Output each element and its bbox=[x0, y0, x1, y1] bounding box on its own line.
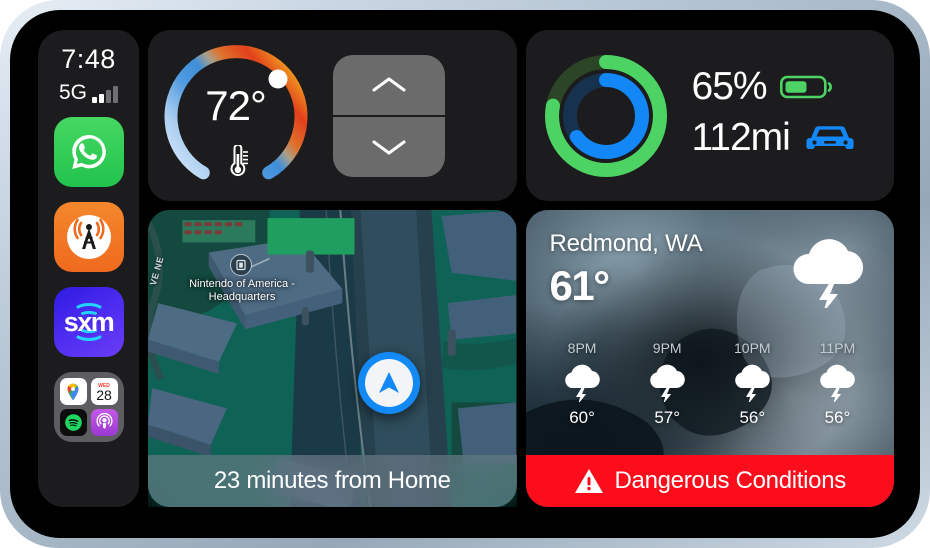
status-clock: 7:48 bbox=[61, 44, 116, 74]
widget-grid: 72° 65% 112mi VE NE Nintendo of America … bbox=[148, 30, 894, 507]
map-poi-label: Nintendo of America - Headquarters bbox=[189, 278, 295, 303]
building-marker-icon bbox=[230, 254, 252, 276]
hourly-item: 11PM 56° bbox=[804, 340, 870, 428]
sidebar: 7:48 5G sxm WED 28 bbox=[38, 30, 139, 507]
hourly-item: 9PM 57° bbox=[634, 340, 700, 428]
thunderstorm-icon bbox=[650, 364, 685, 402]
weather-alert-text: Dangerous Conditions bbox=[614, 467, 847, 494]
signal-strength-icon bbox=[92, 86, 118, 103]
dual-ring-gauge bbox=[544, 54, 667, 177]
bottom-row: VE NE Nintendo of America - Headquarters bbox=[148, 210, 894, 507]
thunderstorm-icon bbox=[820, 364, 856, 402]
thermometer-icon bbox=[230, 145, 248, 177]
map-eta-bar[interactable]: 23 minutes from Home bbox=[148, 455, 517, 507]
calendar-icon: WED 28 bbox=[90, 378, 118, 405]
ev-battery-line: 65% bbox=[692, 65, 857, 110]
weather-location: Redmond, WA bbox=[549, 230, 703, 257]
sidebar-app-folder[interactable]: WED 28 bbox=[53, 372, 124, 442]
map-eta-text: 23 minutes from Home bbox=[213, 467, 451, 494]
status-network: 5G bbox=[59, 82, 118, 103]
temperature-decrease-button[interactable] bbox=[333, 117, 445, 177]
hour-time: 9PM bbox=[652, 340, 682, 356]
chevron-down-icon bbox=[372, 140, 406, 154]
hourly-item: 8PM 60° bbox=[549, 340, 615, 428]
hour-time: 11PM bbox=[819, 340, 856, 356]
spotify-icon bbox=[59, 409, 87, 436]
temperature-stepper[interactable] bbox=[333, 54, 445, 177]
chevron-up-icon bbox=[372, 77, 406, 91]
ev-range-value: 112mi bbox=[691, 115, 791, 159]
ev-readout: 65% 112mi bbox=[692, 65, 857, 167]
weather-widget[interactable]: Redmond, WA 61° 8PM 60° 9PM 57° 10PM 56°… bbox=[525, 210, 894, 507]
sidebar-app-siriusxm[interactable]: sxm bbox=[53, 287, 124, 357]
temperature-gauge[interactable]: 72° bbox=[148, 30, 323, 201]
hourly-item: 10PM 56° bbox=[719, 340, 785, 428]
network-type-label: 5G bbox=[58, 81, 87, 104]
hour-temp: 60° bbox=[569, 408, 595, 427]
hour-time: 10PM bbox=[734, 340, 771, 356]
radio-tower-icon bbox=[66, 215, 111, 259]
hourly-forecast: 8PM 60° 9PM 57° 10PM 56° 11PM 56° bbox=[540, 340, 881, 428]
ev-battery-percent: 65% bbox=[691, 64, 768, 108]
hour-temp: 57° bbox=[654, 408, 681, 427]
car-icon bbox=[806, 126, 854, 149]
device-frame: 7:48 5G sxm WED 28 72° 65% 112mi VE NE N… bbox=[0, 0, 930, 548]
sidebar-app-whatsapp[interactable] bbox=[53, 117, 124, 187]
weather-alert-banner[interactable]: Dangerous Conditions bbox=[525, 455, 894, 507]
thunderstorm-icon bbox=[793, 239, 864, 308]
weather-current-temp: 61° bbox=[549, 262, 611, 309]
sxm-wordmark: sxm bbox=[63, 306, 115, 337]
battery-icon bbox=[779, 75, 832, 99]
hour-temp: 56° bbox=[824, 408, 851, 427]
navigation-puck bbox=[358, 352, 420, 414]
navigation-arrow-icon bbox=[365, 359, 413, 407]
ev-status-widget[interactable]: 65% 112mi bbox=[525, 30, 894, 201]
thunderstorm-icon bbox=[735, 364, 771, 402]
google-maps-icon bbox=[59, 378, 87, 405]
ev-range-line: 112mi bbox=[692, 116, 857, 161]
maps-widget[interactable]: VE NE Nintendo of America - Headquarters bbox=[148, 210, 517, 507]
carplay-dashboard: 7:48 5G sxm WED 28 72° 65% 112mi VE NE N… bbox=[38, 30, 894, 507]
whatsapp-icon bbox=[71, 135, 106, 169]
podcasts-icon bbox=[90, 409, 118, 436]
calendar-day: 28 bbox=[96, 386, 112, 403]
sidebar-app-iheartradio[interactable] bbox=[53, 202, 124, 272]
hour-temp: 56° bbox=[739, 408, 766, 427]
climate-widget[interactable]: 72° bbox=[148, 30, 517, 201]
hour-time: 8PM bbox=[567, 340, 597, 356]
climate-temperature: 72° bbox=[205, 82, 267, 129]
temperature-increase-button[interactable] bbox=[333, 55, 445, 117]
thunderstorm-icon bbox=[565, 364, 600, 402]
folder-grid: WED 28 bbox=[59, 378, 118, 436]
top-row: 72° 65% 112mi bbox=[148, 30, 894, 201]
warning-triangle-icon bbox=[574, 469, 603, 493]
ev-charge-rings bbox=[526, 30, 686, 201]
